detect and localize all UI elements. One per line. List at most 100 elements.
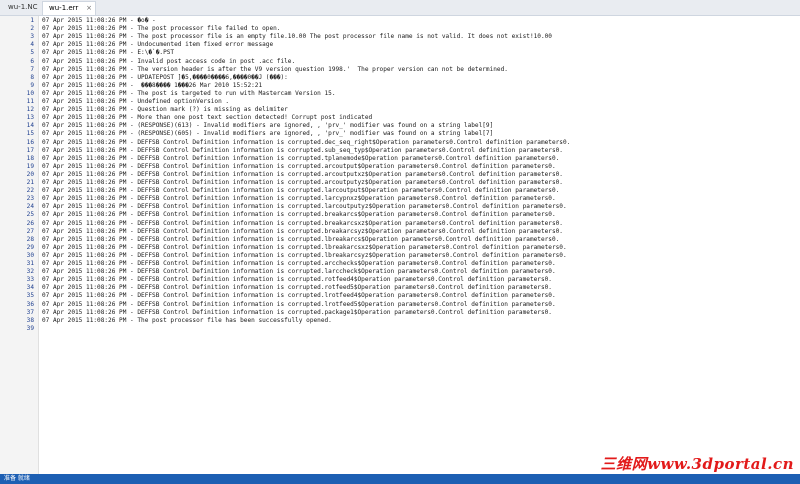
editor-line[interactable]: 15 07 Apr 2015 11:08:26 PM - (RESPONSE)(6…	[0, 130, 800, 138]
line-text: 07 Apr 2015 11:08:26 PM - Question mark …	[42, 106, 288, 114]
editor-line[interactable]: 23 07 Apr 2015 11:08:26 PM - DEFFSB Contr…	[0, 195, 800, 203]
line-text: 07 Apr 2015 11:08:26 PM - More than one …	[42, 114, 373, 122]
line-text: 07 Apr 2015 11:08:26 PM - DEFFSB Control…	[42, 211, 556, 219]
line-text: 07 Apr 2015 11:08:26 PM - DEFFSB Control…	[42, 179, 563, 186]
tab-label: wu-1.NC	[8, 3, 38, 11]
line-number: 27	[26, 227, 34, 235]
tab-label: wu-1.err	[49, 4, 79, 12]
line-number: 13	[26, 114, 34, 122]
editor-line[interactable]: 33 07 Apr 2015 11:08:26 PM - DEFFSB Contr…	[0, 276, 800, 284]
line-number: 34	[26, 284, 34, 292]
editor-line[interactable]: 38 07 Apr 2015 11:08:26 PM - The post pro…	[0, 317, 800, 325]
line-text: 07 Apr 2015 11:08:26 PM - DEFFSB Control…	[42, 235, 560, 243]
line-text: 07 Apr 2015 11:08:26 PM - DEFFSB Control…	[42, 276, 552, 284]
editor-line[interactable]: 31 07 Apr 2015 11:08:26 PM - DEFFSB Contr…	[0, 260, 800, 268]
editor-line[interactable]: 32 07 Apr 2015 11:08:26 PM - DEFFSB Contr…	[0, 268, 800, 276]
line-number: 8	[30, 73, 34, 81]
line-text: 07 Apr 2015 11:08:26 PM - DEFFSB Control…	[42, 187, 560, 195]
line-text: 07 Apr 2015 11:08:26 PM - DEFFSB Control…	[42, 154, 560, 162]
editor-line[interactable]: 9 07 Apr 2015 11:08:26 PM - ���8���� 1���…	[0, 82, 800, 90]
editor-line[interactable]: 37 07 Apr 2015 11:08:26 PM - DEFFSB Contr…	[0, 309, 800, 317]
tab-wu-1-err[interactable]: wu-1.err ×	[42, 1, 96, 15]
line-number: 12	[26, 106, 34, 114]
line-number: 35	[26, 292, 34, 300]
editor-line[interactable]: 20 07 Apr 2015 11:08:26 PM - DEFFSB Contr…	[0, 171, 800, 179]
editor-line[interactable]: 7 07 Apr 2015 11:08:26 PM - The version h…	[0, 66, 800, 74]
line-text: 07 Apr 2015 11:08:26 PM - UPDATEPOST ]�5…	[42, 73, 288, 81]
line-text: 07 Apr 2015 11:08:26 PM - (RESPONSE)(605…	[42, 130, 494, 138]
editor-line[interactable]: 11 07 Apr 2015 11:08:26 PM - Undefined op…	[0, 98, 800, 106]
editor-line[interactable]: 17 07 Apr 2015 11:08:26 PM - DEFFSB Contr…	[0, 147, 800, 155]
tab-bar: wu-1.NC wu-1.err ×	[0, 0, 800, 16]
line-number: 14	[26, 122, 34, 130]
line-text: 07 Apr 2015 11:08:26 PM - DEFFSB Control…	[42, 170, 563, 178]
line-number: 33	[26, 276, 34, 284]
line-number: 29	[26, 243, 34, 251]
line-text: 07 Apr 2015 11:08:26 PM - DEFFSB Control…	[42, 146, 563, 154]
line-number: 23	[26, 195, 34, 203]
line-number: 20	[26, 170, 34, 178]
line-number: 1	[30, 17, 34, 24]
editor-line[interactable]: 28 07 Apr 2015 11:08:26 PM - DEFFSB Contr…	[0, 236, 800, 244]
editor-line[interactable]: 29 07 Apr 2015 11:08:26 PM - DEFFSB Contr…	[0, 244, 800, 252]
close-tab-icon[interactable]: ×	[86, 2, 92, 15]
editor-line[interactable]: 30 07 Apr 2015 11:08:26 PM - DEFFSB Contr…	[0, 252, 800, 260]
editor-line[interactable]: 18 07 Apr 2015 11:08:26 PM - DEFFSB Contr…	[0, 155, 800, 163]
editor-line[interactable]: 3 07 Apr 2015 11:08:26 PM - The post proc…	[0, 33, 800, 41]
line-number: 19	[26, 162, 34, 170]
line-number: 10	[26, 89, 34, 97]
editor-line[interactable]: 34 07 Apr 2015 11:08:26 PM - DEFFSB Contr…	[0, 284, 800, 292]
line-number: 30	[26, 251, 34, 259]
line-number: 32	[26, 268, 34, 276]
watermark-logo: 三维网www.3dportal.cn	[600, 455, 794, 473]
editor-line[interactable]: 5 07 Apr 2015 11:08:26 PM - E:\�`�.PST	[0, 49, 800, 57]
line-text: 07 Apr 2015 11:08:26 PM - DEFFSB Control…	[42, 260, 556, 267]
line-number: 24	[26, 203, 34, 211]
line-text: 07 Apr 2015 11:08:26 PM - DEFFSB Control…	[42, 268, 556, 276]
line-text: 07 Apr 2015 11:08:26 PM - The post proce…	[42, 25, 281, 33]
line-number: 28	[26, 235, 34, 243]
editor-line[interactable]: 22 07 Apr 2015 11:08:26 PM - DEFFSB Contr…	[0, 187, 800, 195]
editor-line[interactable]: 13 07 Apr 2015 11:08:26 PM - More than on…	[0, 114, 800, 122]
line-text: 07 Apr 2015 11:08:26 PM - DEFFSB Control…	[42, 308, 552, 316]
editor-line[interactable]: 14 07 Apr 2015 11:08:26 PM - (RESPONSE)(6…	[0, 122, 800, 130]
line-number: 22	[26, 187, 34, 195]
editor-line[interactable]: 35 07 Apr 2015 11:08:26 PM - DEFFSB Contr…	[0, 292, 800, 300]
line-number: 31	[26, 260, 34, 267]
line-text: 07 Apr 2015 11:08:26 PM - DEFFSB Control…	[42, 195, 556, 203]
line-number: 7	[30, 65, 34, 73]
line-text: 07 Apr 2015 11:08:26 PM - DEFFSB Control…	[42, 203, 567, 211]
line-number: 18	[26, 154, 34, 162]
editor-line[interactable]: 24 07 Apr 2015 11:08:26 PM - DEFFSB Contr…	[0, 203, 800, 211]
editor-line[interactable]: 36 07 Apr 2015 11:08:26 PM - DEFFSB Contr…	[0, 301, 800, 309]
editor-line[interactable]: 12 07 Apr 2015 11:08:26 PM - Question mar…	[0, 106, 800, 114]
line-text: 07 Apr 2015 11:08:26 PM - E:\�`�.PST	[42, 49, 175, 57]
editor-line[interactable]: 16 07 Apr 2015 11:08:26 PM - DEFFSB Contr…	[0, 139, 800, 147]
line-text: 07 Apr 2015 11:08:26 PM - DEFFSB Control…	[42, 138, 571, 146]
line-text: 07 Apr 2015 11:08:26 PM - DEFFSB Control…	[42, 292, 556, 300]
line-text: 07 Apr 2015 11:08:26 PM - DEFFSB Control…	[42, 243, 567, 251]
line-number: 9	[30, 81, 34, 89]
text-editor[interactable]: 1 07 Apr 2015 11:08:26 PM - �o� - 2 07 Apr …	[0, 16, 800, 474]
status-bar: 准备 就绪	[0, 474, 800, 484]
editor-line[interactable]: 1 07 Apr 2015 11:08:26 PM - �o� -	[0, 17, 800, 25]
editor-line[interactable]: 8 07 Apr 2015 11:08:26 PM - UPDATEPOST ]�…	[0, 74, 800, 82]
editor-line[interactable]: 6 07 Apr 2015 11:08:26 PM - Invalid post …	[0, 58, 800, 66]
editor-line[interactable]: 2 07 Apr 2015 11:08:26 PM - The post proc…	[0, 25, 800, 33]
line-text: 07 Apr 2015 11:08:26 PM - �o� -	[42, 17, 156, 24]
editor-line[interactable]: 10 07 Apr 2015 11:08:26 PM - The post is …	[0, 90, 800, 98]
editor-line[interactable]: 39	[0, 325, 800, 333]
editor-line[interactable]: 21 07 Apr 2015 11:08:26 PM - DEFFSB Contr…	[0, 179, 800, 187]
line-number: 2	[30, 25, 34, 33]
editor-line[interactable]: 25 07 Apr 2015 11:08:26 PM - DEFFSB Contr…	[0, 211, 800, 219]
editor-line[interactable]: 27 07 Apr 2015 11:08:26 PM - DEFFSB Contr…	[0, 228, 800, 236]
line-text: 07 Apr 2015 11:08:26 PM - The post proce…	[42, 316, 332, 324]
line-text: 07 Apr 2015 11:08:26 PM - Invalid post a…	[42, 57, 296, 65]
editor-line[interactable]: 26 07 Apr 2015 11:08:26 PM - DEFFSB Contr…	[0, 220, 800, 228]
line-number: 39	[26, 324, 34, 332]
line-number: 25	[26, 211, 34, 219]
line-number: 6	[30, 57, 34, 65]
line-text: 07 Apr 2015 11:08:26 PM - DEFFSB Control…	[42, 162, 556, 170]
editor-line[interactable]: 19 07 Apr 2015 11:08:26 PM - DEFFSB Contr…	[0, 163, 800, 171]
line-number: 11	[26, 98, 34, 105]
